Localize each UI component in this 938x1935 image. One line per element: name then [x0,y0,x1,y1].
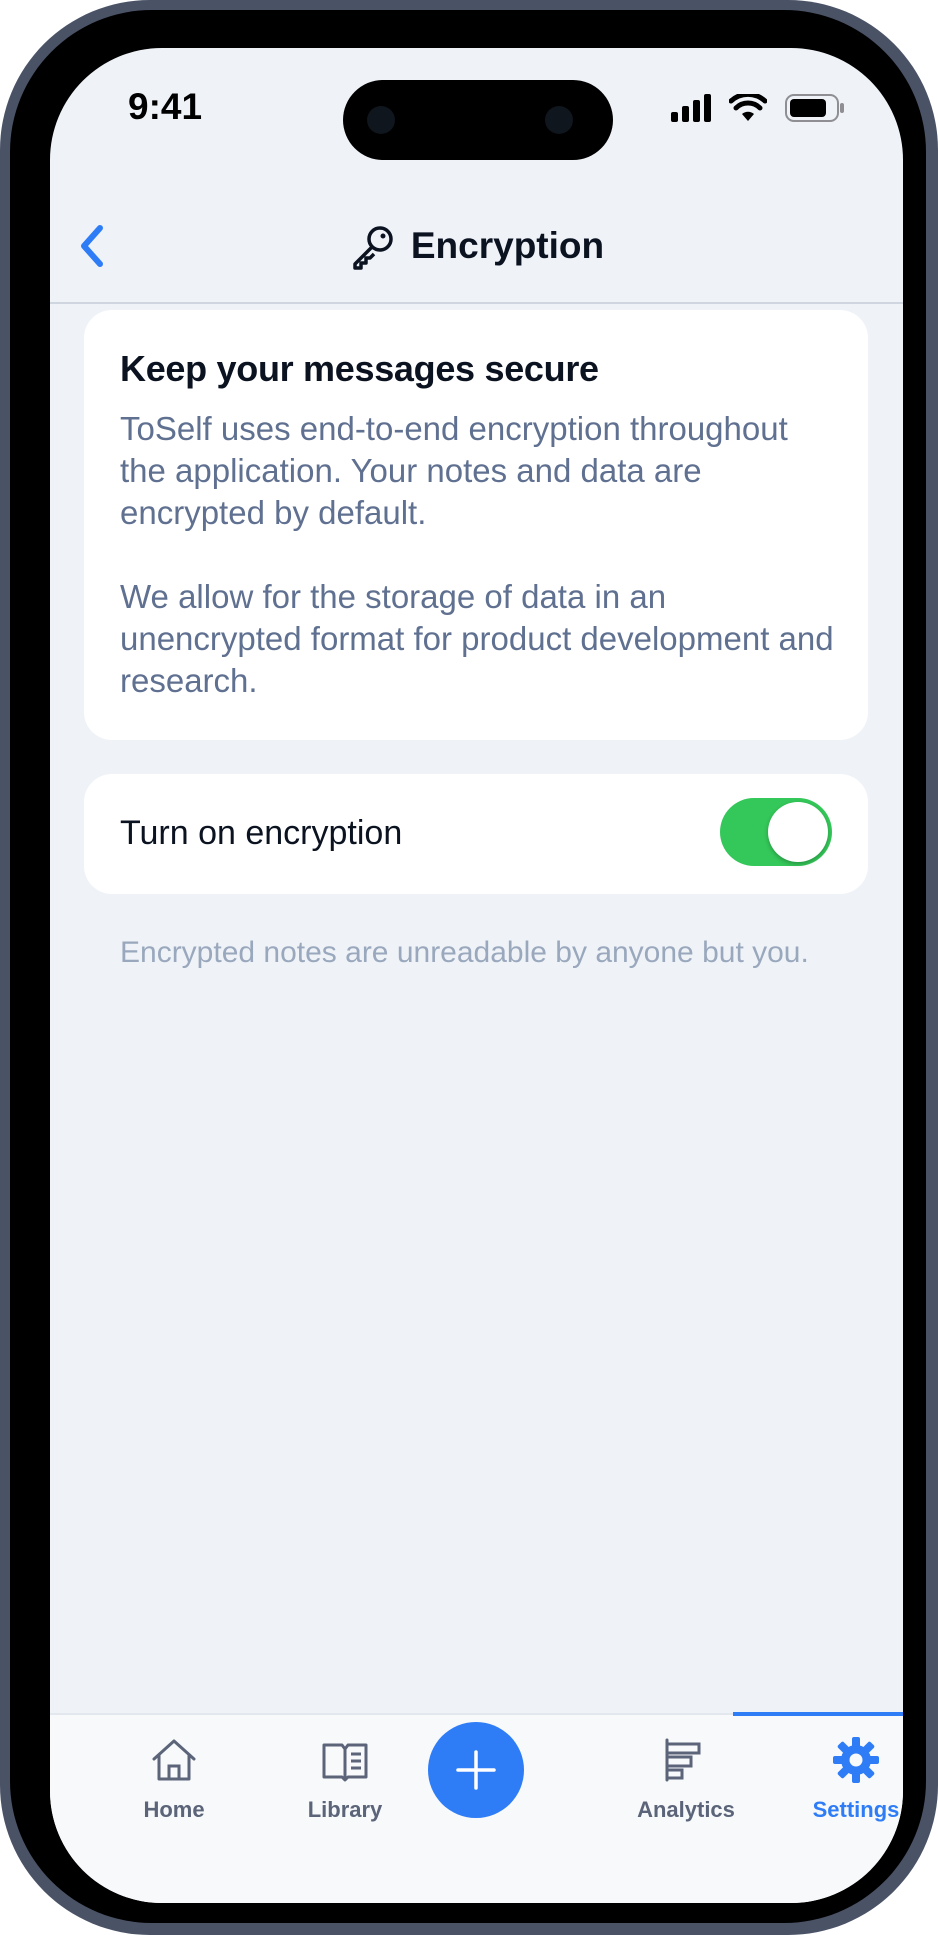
plus-icon [456,1750,496,1790]
add-note-button[interactable] [428,1722,524,1818]
phone-bezel: 9:41 Encryption Keep your messages secur… [10,10,926,1923]
app-screen: 9:41 Encryption Keep your messages secur… [50,48,903,1903]
footnote-text: Encrypted notes are unreadable by anyone… [120,936,809,969]
book-icon [322,1743,368,1782]
intro-paragraph-1: ToSelf uses end-to-end encryption throug… [120,410,788,531]
wifi-icon [729,94,767,121]
dynamic-island [343,80,613,160]
tab-home-label: Home [143,1797,205,1822]
tab-analytics-label: Analytics [637,1797,735,1822]
tab-settings-label: Settings [812,1797,900,1822]
signal-icon [671,94,711,122]
active-tab-indicator [733,1712,903,1716]
encryption-setting-label: Turn on encryption [120,814,403,852]
home-icon [152,1739,196,1781]
encryption-toggle[interactable] [720,798,832,866]
camera-lens [367,106,395,134]
toggle-knob [768,802,828,862]
tab-library-label: Library [307,1797,383,1822]
sensor [545,106,573,134]
page-title: Encryption [50,222,903,270]
status-icons [671,90,845,126]
intro-heading: Keep your messages secure [120,348,599,389]
page-title-text: Encryption [410,225,605,266]
status-time: 9:41 [128,86,203,127]
analytics-icon [665,1738,701,1782]
intro-paragraph-2: We allow for the storage of data in an u… [120,578,834,699]
battery-icon [785,94,844,122]
navigation-bar: Encryption [50,168,903,304]
intro-card: Keep your messages secure ToSelf uses en… [84,310,868,740]
encryption-setting-row: Turn on encryption [84,774,868,894]
key-icon [353,226,393,270]
phone-frame: 9:41 Encryption Keep your messages secur… [0,0,938,1935]
gear-icon [833,1737,879,1783]
